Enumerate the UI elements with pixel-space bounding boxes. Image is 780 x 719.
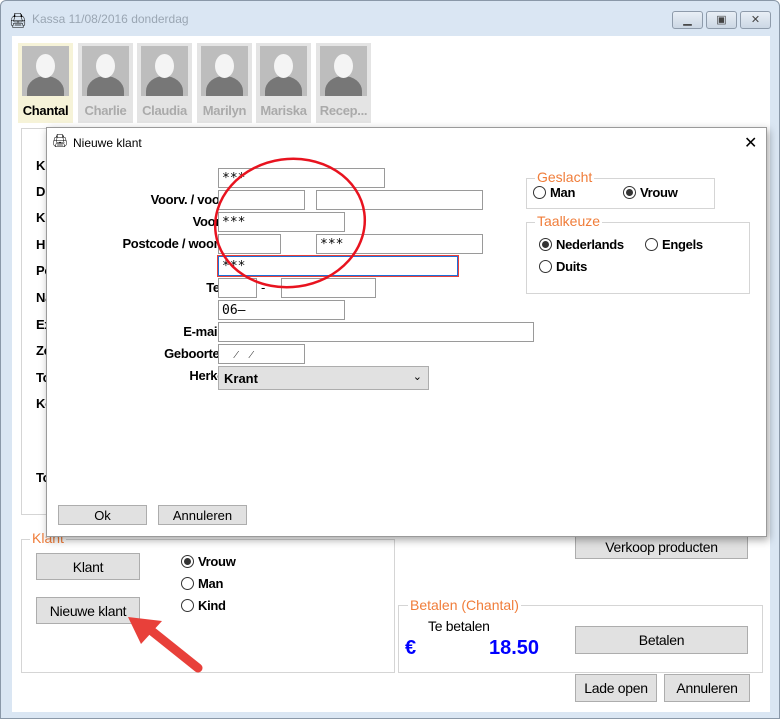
- klant-radio-kind[interactable]: Kind: [181, 598, 226, 613]
- taal-radio-duits[interactable]: Duits: [539, 259, 587, 274]
- taal-radio-nederlands[interactable]: Nederlands: [539, 237, 624, 252]
- lade-open-button[interactable]: Lade open: [575, 674, 657, 702]
- avatar: [320, 46, 367, 96]
- cashier-marilyn[interactable]: Marilyn: [197, 43, 252, 123]
- herkomst-select[interactable]: Krant ⌄: [218, 366, 429, 390]
- avatar: [141, 46, 188, 96]
- klant-radio-man[interactable]: Man: [181, 576, 223, 591]
- betalen-button[interactable]: Betalen: [575, 626, 748, 654]
- klant-radio-vrouw[interactable]: Vrouw: [181, 554, 236, 569]
- cashier-charlie[interactable]: Charlie: [78, 43, 133, 123]
- avatar: [22, 46, 69, 96]
- telefoon-nummer-input[interactable]: [281, 278, 376, 298]
- gsm-input[interactable]: 06–: [218, 300, 345, 320]
- radio-icon: [181, 577, 194, 590]
- nieuwe-klant-dialog: 🖨 Nieuwe klant ✕ Naam *** Voorv. / voorn…: [46, 127, 767, 537]
- postcode-input[interactable]: [218, 234, 281, 254]
- naam-input[interactable]: ***: [218, 168, 385, 188]
- telefoon-separator: -: [261, 280, 266, 295]
- minimize-button[interactable]: ▁: [672, 11, 703, 29]
- taal-radio-engels[interactable]: Engels: [645, 237, 703, 252]
- cashier-name: Recep...: [319, 103, 368, 118]
- cashier-name: Claudia: [142, 103, 187, 118]
- radio-label: Vrouw: [640, 185, 678, 200]
- voorvoegsel-input[interactable]: [218, 190, 305, 210]
- cashier-mariska[interactable]: Mariska: [256, 43, 311, 123]
- radio-icon: [181, 555, 194, 568]
- adres-input[interactable]: ***: [217, 255, 459, 277]
- avatar: [82, 46, 129, 96]
- window-title: Kassa 11/08/2016 donderdag: [32, 12, 189, 26]
- herkomst-value: Krant: [224, 371, 258, 386]
- avatar: [201, 46, 248, 96]
- avatar: [260, 46, 307, 96]
- radio-icon: [533, 186, 546, 199]
- cashier-name: Chantal: [22, 103, 69, 118]
- geslacht-radio-vrouw[interactable]: Vrouw: [623, 185, 678, 200]
- radio-label: Nederlands: [556, 237, 624, 252]
- close-window-button[interactable]: ✕: [740, 11, 771, 29]
- verkoop-producten-button[interactable]: Verkoop producten: [575, 534, 748, 559]
- betalen-group-title: Betalen (Chantal): [408, 597, 521, 613]
- ok-button[interactable]: Ok: [58, 505, 147, 525]
- currency-symbol: €: [405, 637, 417, 659]
- radio-label: Kind: [198, 598, 226, 613]
- voorletters-input[interactable]: ***: [218, 212, 345, 232]
- radio-icon: [181, 599, 194, 612]
- cash-register-icon: 🖨: [52, 133, 69, 148]
- radio-label: Vrouw: [198, 554, 236, 569]
- cash-register-icon: 🖨: [9, 12, 27, 28]
- voornaam-input[interactable]: [316, 190, 483, 210]
- radio-icon: [539, 238, 552, 251]
- radio-label: Duits: [556, 259, 588, 274]
- cashier-name: Marilyn: [202, 103, 247, 118]
- radio-label: Engels: [662, 237, 703, 252]
- radio-icon: [623, 186, 636, 199]
- geslacht-title: Geslacht: [535, 169, 595, 185]
- te-betalen-label: Te betalen: [428, 618, 490, 634]
- klant-button[interactable]: Klant: [36, 553, 140, 580]
- nieuwe-klant-button[interactable]: Nieuwe klant: [36, 597, 140, 624]
- email-input[interactable]: [218, 322, 534, 342]
- maximize-button[interactable]: ▣: [706, 11, 737, 29]
- annuleren-main-button[interactable]: Annuleren: [664, 674, 750, 702]
- chevron-down-icon: ⌄: [412, 371, 422, 383]
- radio-icon: [645, 238, 658, 251]
- amount-due: 18.50: [489, 637, 540, 659]
- cashier-claudia[interactable]: Claudia: [137, 43, 192, 123]
- annuleren-dialog-button[interactable]: Annuleren: [158, 505, 247, 525]
- geslacht-radio-man[interactable]: Man: [533, 185, 575, 200]
- cashier-name: Mariska: [260, 103, 307, 118]
- dialog-title: Nieuwe klant: [73, 136, 142, 150]
- radio-label: Man: [550, 185, 576, 200]
- cashier-chantal[interactable]: Chantal: [18, 43, 73, 123]
- taalkeuze-group: [526, 222, 750, 294]
- telefoon-netnummer-input[interactable]: [218, 278, 257, 298]
- radio-label: Man: [198, 576, 224, 591]
- cashier-recep[interactable]: Recep...: [316, 43, 371, 123]
- radio-icon: [539, 260, 552, 273]
- cashier-name: Charlie: [84, 103, 127, 118]
- close-icon[interactable]: ✕: [744, 133, 757, 153]
- taalkeuze-title: Taalkeuze: [535, 213, 603, 229]
- woonplaats-input[interactable]: ***: [316, 234, 483, 254]
- geboortedatum-input[interactable]: ⁄ ⁄: [218, 344, 305, 364]
